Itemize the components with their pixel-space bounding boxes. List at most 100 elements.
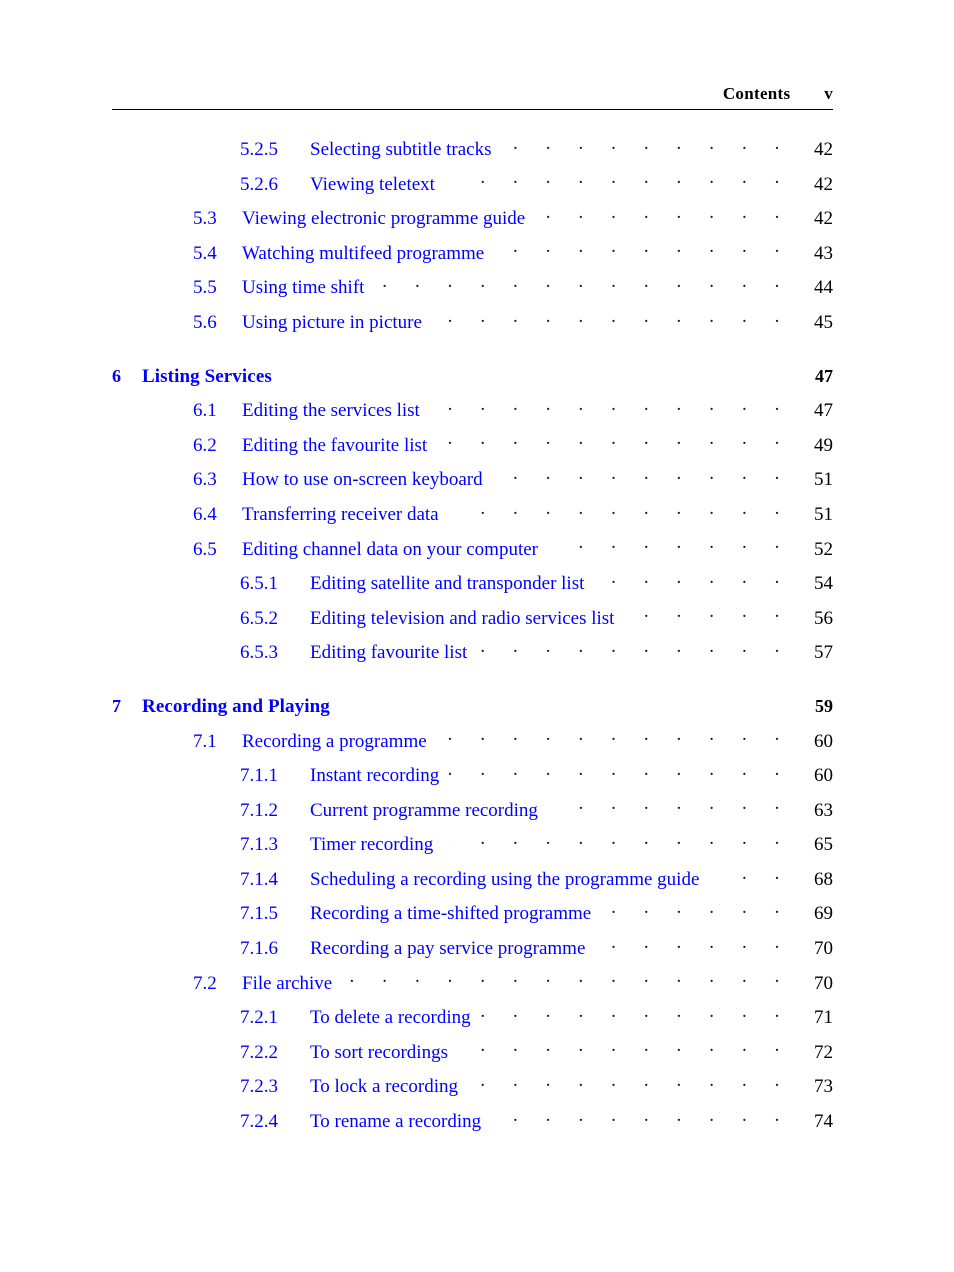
toc-entry-title: Timer recording — [310, 834, 434, 856]
toc-entry-page-number: 69 — [814, 903, 833, 925]
toc-dot-leader — [609, 900, 791, 919]
toc-entry-page-number: 71 — [814, 1007, 833, 1029]
toc-entry-title: Current programme recording — [310, 799, 538, 821]
toc-entry-6-2[interactable]: 6.2 Editing the favourite list 49 — [112, 432, 833, 467]
toc-dot-leader — [487, 466, 791, 485]
toc-entry-title: Editing the services list — [242, 400, 420, 422]
toc-dot-leader — [485, 1108, 791, 1127]
toc-entry-6-5-3[interactable]: 6.5.3 Editing favourite list 57 — [112, 639, 833, 674]
toc-entry-7-2-1[interactable]: 7.2.1 To delete a recording 71 — [112, 1004, 833, 1039]
toc-entry-number: 6.5.2 — [240, 607, 278, 629]
toc-entry-number: 7.2 — [193, 972, 217, 994]
toc-entry-page-number: 52 — [814, 538, 833, 560]
toc-entry-number: 7.1.3 — [240, 834, 278, 856]
toc-entry-7-1-5[interactable]: 7.1.5 Recording a time-shifted programme 6… — [112, 900, 833, 935]
toc-dot-leader — [717, 866, 791, 885]
toc-entry-6-4[interactable]: 6.4 Transferring receiver data 51 — [112, 501, 833, 536]
toc-entry-7-1-1[interactable]: 7.1.1 Instant recording 60 — [112, 762, 833, 797]
toc-entry-number: 6.5 — [193, 538, 217, 560]
toc-dot-leader — [471, 639, 791, 658]
toc-entry-number: 7.1.5 — [240, 903, 278, 925]
toc-entry-page-number: 44 — [814, 277, 833, 299]
toc-entry-number: 7.1.2 — [240, 799, 278, 821]
toc-entry-number: 7.1 — [193, 730, 217, 752]
toc-entry-7-1-6[interactable]: 7.1.6 Recording a pay service programme 70 — [112, 935, 833, 970]
toc-entry-page-number: 42 — [814, 208, 833, 230]
toc-entry-page-number: 59 — [815, 695, 833, 716]
toc-entry-title: Editing channel data on your computer — [242, 538, 538, 560]
toc-dot-leader — [431, 432, 791, 451]
toc-dot-leader — [502, 240, 791, 259]
toc-dot-leader — [440, 309, 791, 328]
toc-dot-leader — [350, 970, 791, 989]
toc-entry-7-1-2[interactable]: 7.1.2 Current programme recording 63 — [112, 797, 833, 832]
toc-entry-number: 5.6 — [193, 311, 217, 333]
toc-dot-leader — [334, 693, 791, 712]
toc-entry-number: 7.1.6 — [240, 938, 278, 960]
toc-entry-page-number: 73 — [814, 1076, 833, 1098]
toc-dot-leader — [589, 935, 791, 954]
toc-entry-page-number: 45 — [814, 311, 833, 333]
toc-entry-number: 6.2 — [193, 434, 217, 456]
toc-dot-leader — [462, 1073, 791, 1092]
toc-entry-number: 7.2.4 — [240, 1111, 278, 1133]
toc-entry-number: 7 — [112, 695, 121, 716]
toc-entry-7-1-3[interactable]: 7.1.3 Timer recording 65 — [112, 831, 833, 866]
toc-entry-number: 5.3 — [193, 208, 217, 230]
toc-entry-page-number: 51 — [814, 469, 833, 491]
toc-entry-7-2[interactable]: 7.2 File archive 70 — [112, 970, 833, 1005]
toc-entry-title: Watching multifeed programme — [242, 242, 485, 264]
toc-entry-title: Instant recording — [310, 765, 440, 787]
toc-entry-6-5-1[interactable]: 6.5.1 Editing satellite and transponder l… — [112, 570, 833, 605]
toc-entry-page-number: 65 — [814, 834, 833, 856]
toc-entry-number: 6.5.1 — [240, 573, 278, 595]
toc-entry-number: 7.1.4 — [240, 868, 278, 890]
toc-entry-page-number: 72 — [814, 1041, 833, 1063]
toc-entry-5-4[interactable]: 5.4 Watching multifeed programme 43 — [112, 240, 833, 275]
toc-entry-7-2-3[interactable]: 7.2.3 To lock a recording 73 — [112, 1073, 833, 1108]
toc-entry-6[interactable]: 6 Listing Services 47 — [112, 363, 833, 398]
toc-entry-7-1-4[interactable]: 7.1.4 Scheduling a recording using the pr… — [112, 866, 833, 901]
toc-entry-page-number: 47 — [815, 365, 833, 386]
toc-entry-title: Selecting subtitle tracks — [310, 139, 492, 160]
toc-entry-5-3[interactable]: 5.3 Viewing electronic programme guide 42 — [112, 205, 833, 240]
toc-dot-leader — [475, 1004, 791, 1023]
toc-entry-title: Scheduling a recording using the program… — [310, 868, 700, 890]
toc-entry-page-number: 43 — [814, 242, 833, 264]
toc-entry-page-number: 68 — [814, 868, 833, 890]
toc-dot-leader — [276, 363, 791, 382]
toc-entry-5-2-5[interactable]: 5.2.5 Selecting subtitle tracks 42 — [112, 136, 833, 171]
toc-entry-7[interactable]: 7 Recording and Playing 59 — [112, 693, 833, 728]
toc-entry-title: Editing television and radio services li… — [310, 607, 615, 629]
toc-entry-number: 6.3 — [193, 469, 217, 491]
toc-entry-6-5[interactable]: 6.5 Editing channel data on your computer… — [112, 536, 833, 571]
toc-entry-title: How to use on-screen keyboard — [242, 469, 483, 491]
toc-entry-title: Recording and Playing — [142, 695, 330, 717]
toc-entry-number: 6.4 — [193, 503, 217, 525]
running-header: Contents v — [112, 84, 833, 110]
toc-dot-leader — [451, 831, 791, 850]
toc-entry-5-6[interactable]: 5.6 Using picture in picture 45 — [112, 309, 833, 344]
toc-entry-page-number: 56 — [814, 607, 833, 629]
toc-entry-number: 7.1.1 — [240, 765, 278, 787]
toc-entry-page-number: 60 — [814, 765, 833, 787]
toc-entry-5-2-6[interactable]: 5.2.6 Viewing teletext 42 — [112, 171, 833, 206]
toc-entry-number: 5.2.6 — [240, 173, 278, 195]
toc-entry-title: Editing the favourite list — [242, 434, 428, 456]
toc-entry-title: Recording a programme — [242, 730, 427, 752]
toc-entry-7-2-2[interactable]: 7.2.2 To sort recordings 72 — [112, 1039, 833, 1074]
toc-entry-page-number: 42 — [814, 173, 833, 195]
toc-entry-page-number: 60 — [814, 730, 833, 752]
toc-entry-page-number: 70 — [814, 972, 833, 994]
toc-entry-7-2-4[interactable]: 7.2.4 To rename a recording 74 — [112, 1108, 833, 1143]
toc-entry-7-1[interactable]: 7.1 Recording a programme 60 — [112, 728, 833, 763]
toc-entry-5-5[interactable]: 5.5 Using time shift 44 — [112, 274, 833, 309]
toc-entry-number: 6.1 — [193, 400, 217, 422]
toc-entry-6-3[interactable]: 6.3 How to use on-screen keyboard 51 — [112, 466, 833, 501]
toc-entry-6-5-2[interactable]: 6.5.2 Editing television and radio servic… — [112, 605, 833, 640]
header-title: Contents — [722, 84, 791, 103]
toc-entry-page-number: 51 — [814, 503, 833, 525]
toc-dot-leader — [368, 274, 791, 293]
toc-entry-number: 5.4 — [193, 242, 217, 264]
toc-entry-6-1[interactable]: 6.1 Editing the services list 47 — [112, 397, 833, 432]
